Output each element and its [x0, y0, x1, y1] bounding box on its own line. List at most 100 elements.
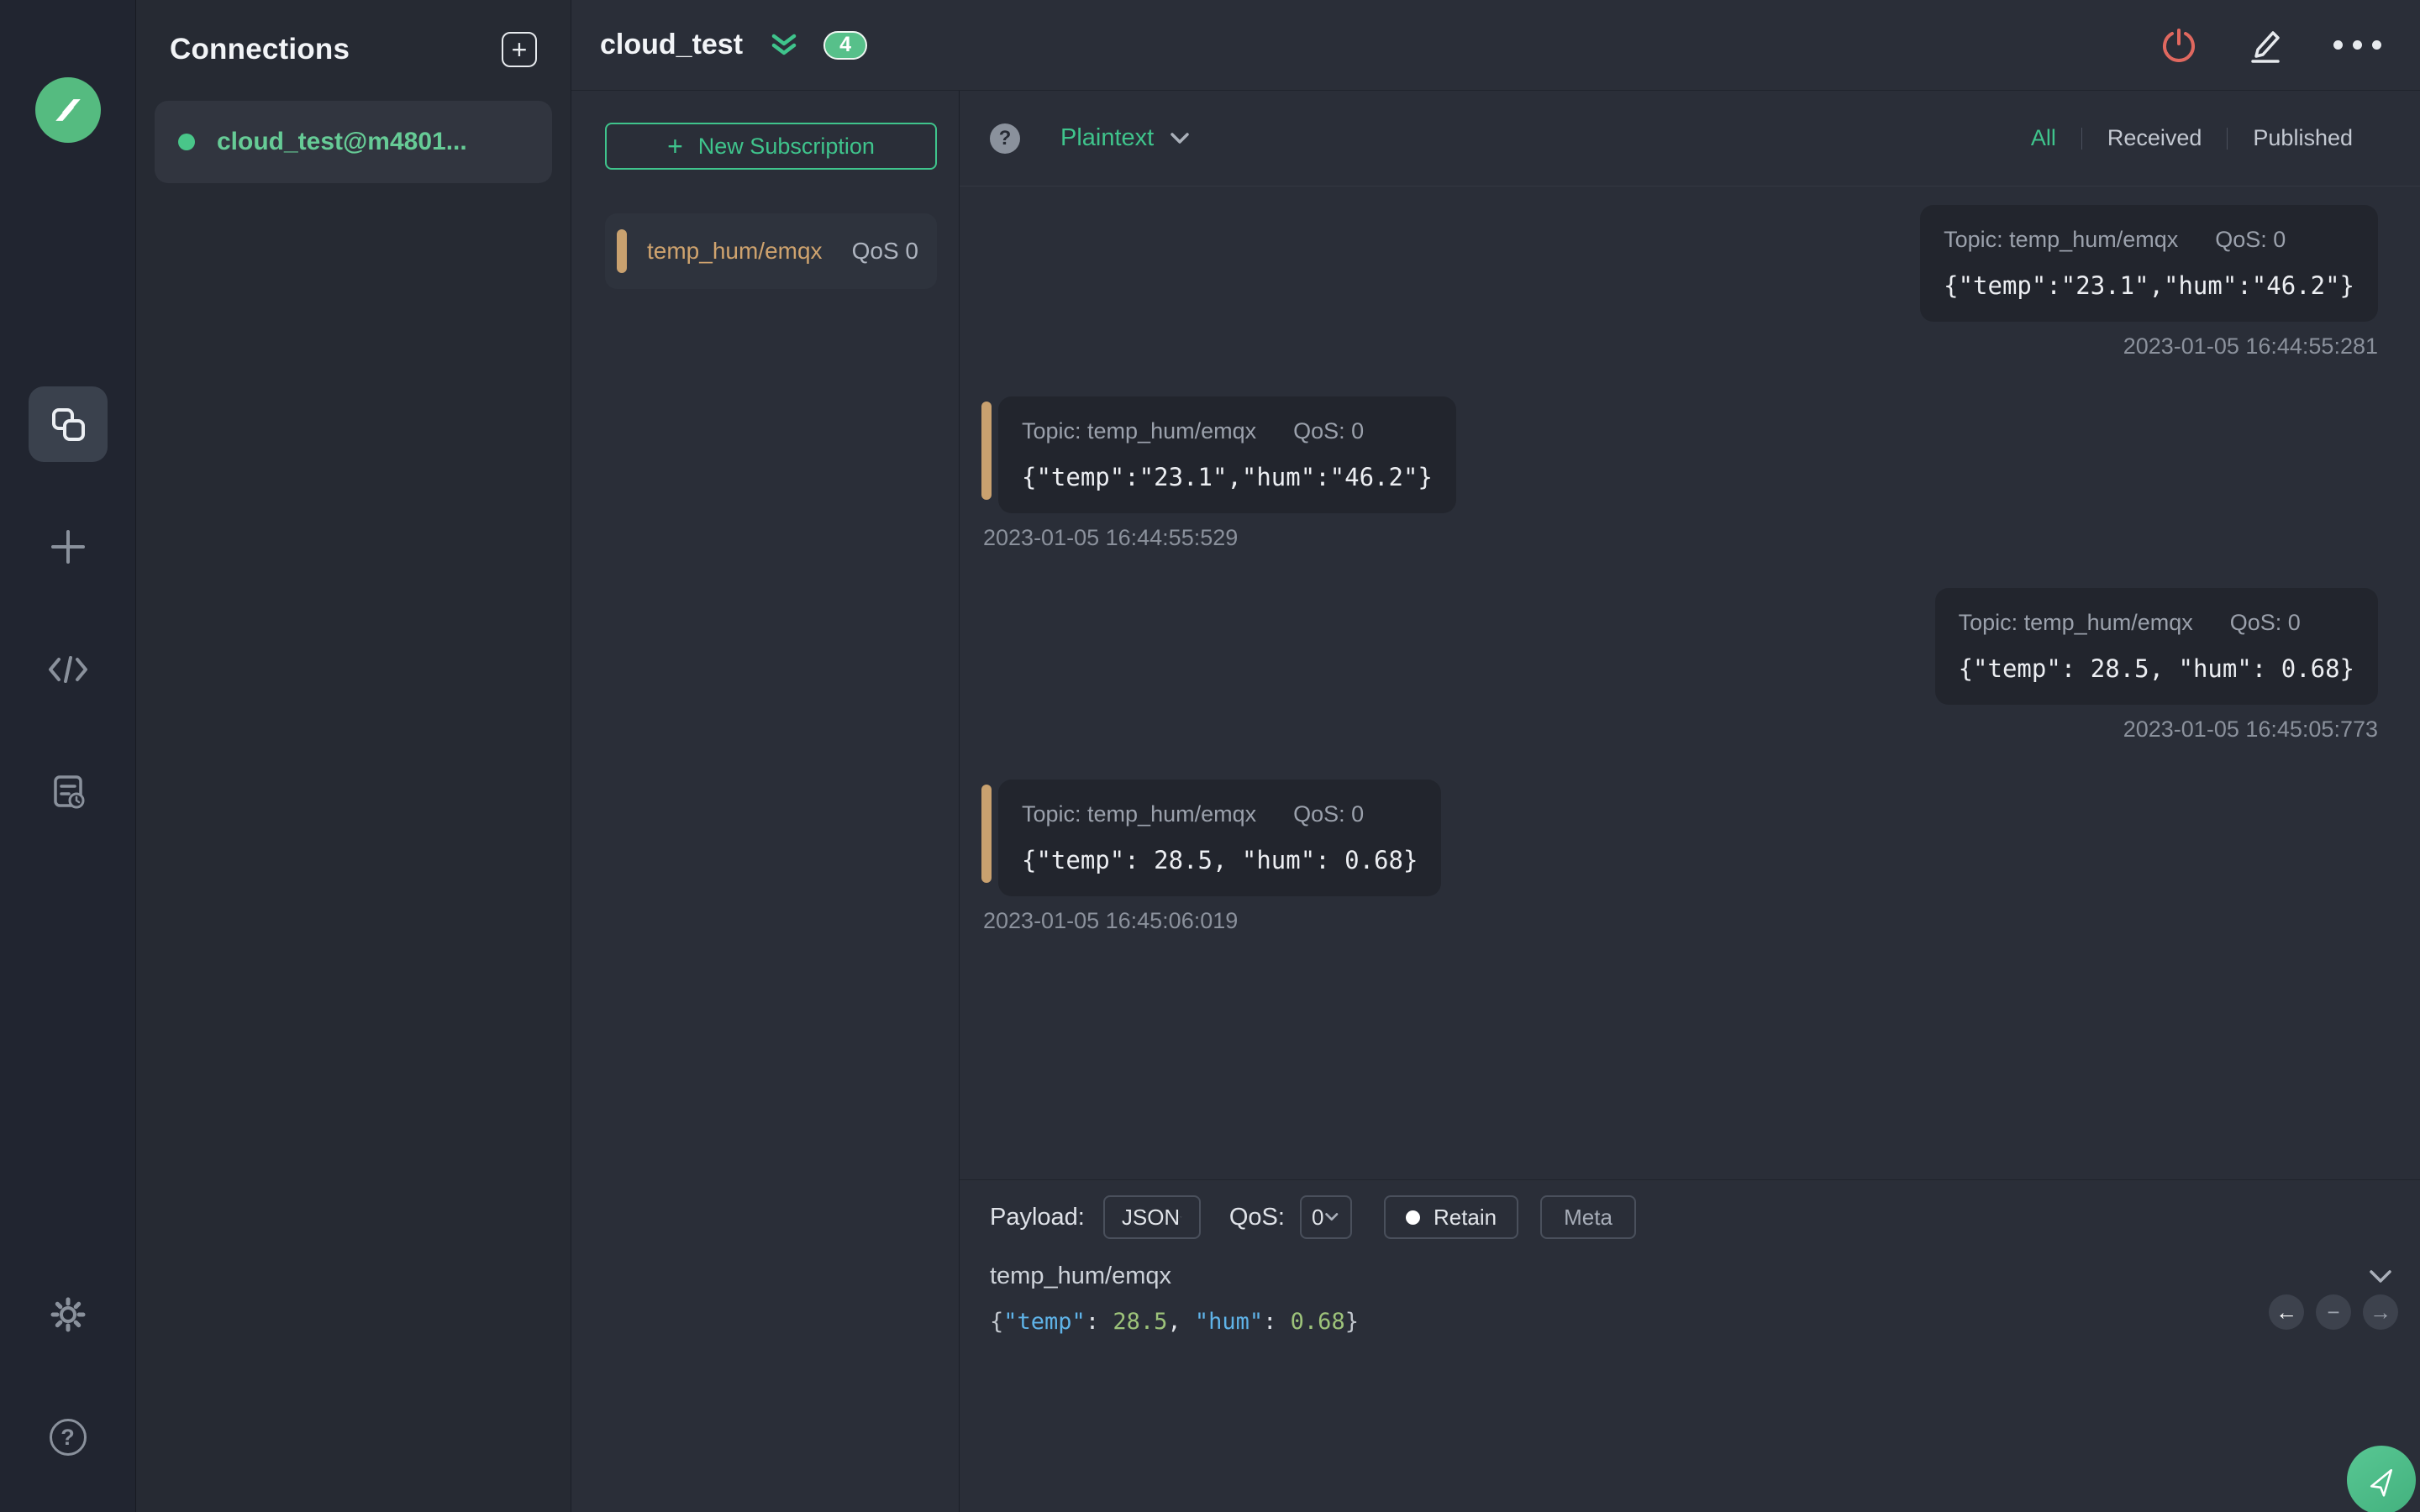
chevron-down-icon: [1180, 1216, 1182, 1218]
dot: [2353, 40, 2362, 50]
retain-dot-icon: [1405, 1210, 1420, 1225]
meta-button[interactable]: Meta: [1540, 1195, 1636, 1239]
topic-input[interactable]: temp_hum/emqx: [990, 1263, 1171, 1290]
history-clear-button[interactable]: −: [2316, 1294, 2351, 1330]
message-qos: QoS: 0: [2229, 610, 2301, 635]
publish-controls: Payload: JSON QoS: 0 Retain Meta: [990, 1194, 2420, 1241]
payload-token: :: [1085, 1309, 1113, 1335]
message-row: Topic: temp_hum/emqx QoS: 0 {"temp":"23.…: [981, 396, 1456, 513]
sidebar-item-log[interactable]: [29, 754, 108, 830]
message-received: Topic: temp_hum/emqx QoS: 0 {"temp": 28.…: [981, 780, 2378, 934]
subscription-color-bar: [617, 229, 627, 273]
retain-toggle[interactable]: Retain: [1383, 1195, 1519, 1239]
messages-toolbar: ? Plaintext All Received Published: [960, 91, 2420, 186]
payload-token: "temp": [1003, 1309, 1086, 1335]
plus-icon: +: [511, 34, 528, 65]
message-published: Topic: temp_hum/emqx QoS: 0 {"temp": 28.…: [981, 588, 2378, 743]
collapse-panel-button[interactable]: [770, 33, 798, 58]
payload-format-select[interactable]: JSON: [1102, 1195, 1201, 1239]
sidebar-bottom: ?: [29, 1285, 108, 1512]
new-subscription-button[interactable]: + New Subscription: [605, 123, 937, 170]
payload-editor[interactable]: {"temp": 28.5, "hum": 0.68}: [990, 1309, 2420, 1335]
help-button[interactable]: ?: [29, 1408, 108, 1467]
message-timestamp: 2023-01-05 16:45:05:773: [2123, 717, 2378, 742]
payload-token: ,: [1167, 1309, 1195, 1335]
messages-column: ? Plaintext All Received Published Topic…: [960, 91, 2420, 1512]
history-next-button[interactable]: →: [2363, 1294, 2398, 1330]
message-count-badge: 4: [823, 30, 868, 60]
send-button[interactable]: [2347, 1446, 2416, 1512]
arrow-left-icon: ←: [2275, 1299, 2297, 1325]
collapse-editor-button[interactable]: [2366, 1268, 2395, 1286]
app-sidebar: ?: [0, 0, 136, 1512]
sidebar-nav: [28, 386, 108, 830]
message-list[interactable]: Topic: temp_hum/emqx QoS: 0 {"temp":"23.…: [960, 186, 2420, 1179]
tab-all[interactable]: All: [2006, 125, 2081, 151]
message-topic-color-bar: [981, 785, 992, 883]
qos-value: 0: [1311, 1204, 1324, 1230]
connection-name: cloud_test@m4801...: [217, 128, 467, 155]
message-qos: QoS: 0: [1293, 418, 1365, 444]
message-timestamp: 2023-01-05 16:45:06:019: [983, 908, 1239, 933]
connection-title: cloud_test: [600, 29, 744, 60]
message-payload: {"temp":"23.1","hum":"46.2"}: [1944, 271, 2354, 300]
message-topic: Topic: temp_hum/emqx: [1958, 610, 2193, 635]
payload-token: :: [1263, 1309, 1291, 1335]
message-timestamp: 2023-01-05 16:44:55:281: [2123, 333, 2378, 359]
payload-token: 0.68: [1290, 1309, 1345, 1335]
qos-select[interactable]: 0: [1299, 1195, 1352, 1239]
message-row: Topic: temp_hum/emqx QoS: 0 {"temp": 28.…: [981, 780, 1442, 896]
subscription-qos: QoS 0: [851, 238, 918, 264]
plus-icon: +: [667, 131, 683, 161]
message-bubble[interactable]: Topic: temp_hum/emqx QoS: 0 {"temp": 28.…: [1934, 588, 2378, 705]
sidebar-item-script[interactable]: [29, 632, 108, 707]
chevron-down-icon: [1325, 1213, 1339, 1221]
message-meta: Topic: temp_hum/emqx QoS: 0: [1022, 801, 1418, 827]
message-topic: Topic: temp_hum/emqx: [1944, 227, 2179, 252]
gear-icon: [48, 1294, 88, 1335]
message-timestamp: 2023-01-05 16:44:55:529: [983, 525, 1239, 550]
message-meta: Topic: temp_hum/emqx QoS: 0: [1022, 418, 1433, 444]
payload-format-label: Payload:: [990, 1203, 1085, 1231]
tab-published[interactable]: Published: [2228, 125, 2378, 151]
payload-format-value: JSON: [1121, 1204, 1181, 1230]
format-select[interactable]: Plaintext: [1060, 124, 1192, 152]
topic-row: temp_hum/emqx: [990, 1263, 2420, 1290]
payload-token: }: [1344, 1309, 1359, 1335]
new-subscription-label: New Subscription: [697, 133, 875, 159]
message-bubble[interactable]: Topic: temp_hum/emqx QoS: 0 {"temp": 28.…: [998, 780, 1442, 896]
question-glyph: ?: [998, 126, 1012, 150]
message-bubble[interactable]: Topic: temp_hum/emqx QoS: 0 {"temp":"23.…: [998, 396, 1456, 513]
message-qos: QoS: 0: [2215, 227, 2286, 252]
connections-title: Connections: [170, 33, 350, 66]
mqttx-logo-icon: [34, 77, 101, 143]
format-help-icon[interactable]: ?: [990, 123, 1020, 154]
message-meta: Topic: temp_hum/emqx QoS: 0: [1959, 610, 2354, 636]
minus-icon: −: [2327, 1299, 2340, 1325]
subscription-item[interactable]: temp_hum/emqx QoS 0: [605, 213, 937, 289]
message-received: Topic: temp_hum/emqx QoS: 0 {"temp":"23.…: [981, 396, 2378, 551]
connections-header: Connections +: [151, 0, 555, 99]
connection-title-group: cloud_test 4: [600, 29, 868, 61]
add-connection-button[interactable]: +: [502, 32, 537, 67]
meta-label: Meta: [1564, 1204, 1612, 1230]
sidebar-item-connections[interactable]: [28, 386, 108, 462]
code-icon: [47, 654, 89, 685]
connection-status-dot: [178, 134, 195, 150]
payload-token: 28.5: [1113, 1309, 1168, 1335]
connections-icon: [49, 405, 87, 444]
edit-connection-button[interactable]: [2246, 26, 2285, 65]
sidebar-item-new-connection[interactable]: [29, 509, 108, 585]
message-bubble[interactable]: Topic: temp_hum/emqx QoS: 0 {"temp":"23.…: [1920, 205, 2378, 322]
settings-button[interactable]: [29, 1285, 108, 1344]
format-group: ? Plaintext: [990, 123, 1192, 154]
history-prev-button[interactable]: ←: [2269, 1294, 2304, 1330]
more-options-button[interactable]: [2333, 40, 2381, 50]
payload-token: "hum": [1194, 1309, 1264, 1335]
disconnect-power-button[interactable]: [2160, 27, 2197, 64]
connection-list-item[interactable]: cloud_test@m4801...: [155, 101, 552, 183]
subscription-topic: temp_hum/emqx: [647, 238, 823, 264]
message-payload: {"temp":"23.1","hum":"46.2"}: [1022, 463, 1433, 491]
main-body: + New Subscription temp_hum/emqx QoS 0 ?…: [571, 91, 2420, 1512]
tab-received[interactable]: Received: [2082, 125, 2228, 151]
